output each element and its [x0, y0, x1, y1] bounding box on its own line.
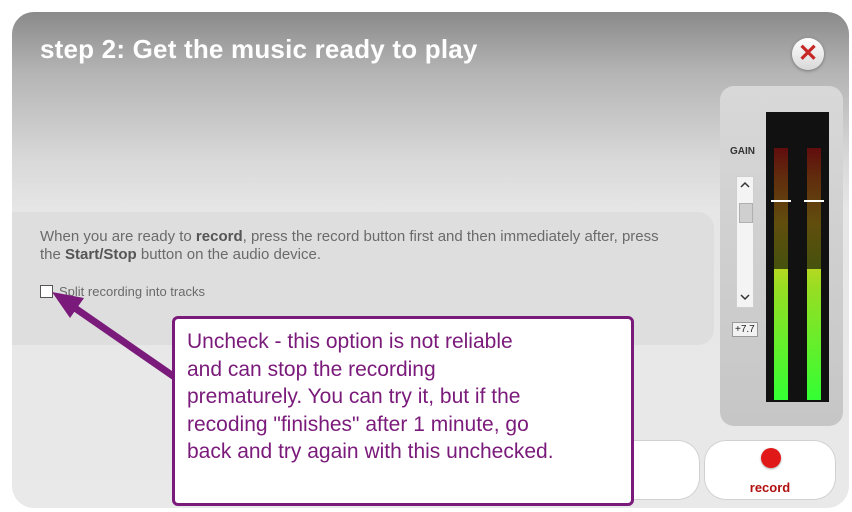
level-meter-right-peak	[804, 200, 824, 202]
gain-down-icon[interactable]	[737, 291, 753, 305]
gain-value: +7.7	[732, 322, 758, 337]
split-recording-checkbox[interactable]	[40, 285, 53, 298]
instructions-part1: When you are ready to	[40, 228, 196, 245]
close-icon: ✕	[797, 40, 819, 67]
instructions-bold-record: record	[195, 228, 243, 245]
dialog-title: step 2: Get the music ready to play	[40, 34, 478, 64]
gain-label: GAIN	[730, 146, 755, 157]
gain-slider-thumb[interactable]	[739, 203, 753, 223]
record-label: record	[749, 480, 791, 495]
instructions-bold-startstop: Start/Stop	[65, 246, 137, 263]
split-recording-option[interactable]: Split recording into tracks	[40, 284, 205, 299]
level-meter	[766, 112, 829, 402]
record-dot-icon	[761, 448, 781, 468]
close-button[interactable]: ✕	[792, 38, 824, 70]
callout-line: Uncheck - this option is not reliable	[187, 330, 513, 353]
callout-line: and can stop the recording	[187, 357, 436, 381]
callout-line: prematurely. You can try it, but if the	[187, 385, 521, 408]
level-meter-right	[804, 148, 824, 400]
callout-line: recoding "finishes" after 1 minute, go	[187, 412, 529, 436]
gain-up-icon[interactable]	[737, 179, 753, 193]
record-button[interactable]: record	[704, 440, 836, 500]
gain-panel: GAIN +7.7	[720, 86, 843, 426]
level-meter-right-mask	[807, 148, 821, 269]
instructions-part3: button on the audio device.	[136, 246, 322, 263]
callout-note: Uncheck - this option is not reliable an…	[172, 316, 634, 506]
instructions-text: When you are ready to record, press the …	[40, 228, 660, 264]
gain-slider[interactable]	[736, 176, 754, 308]
level-meter-left-peak	[771, 200, 791, 202]
callout-line: back and try again with this unchecked.	[187, 440, 554, 463]
split-recording-label[interactable]: Split recording into tracks	[59, 284, 205, 299]
level-meter-left-mask	[774, 148, 788, 269]
level-meter-left	[771, 148, 791, 400]
